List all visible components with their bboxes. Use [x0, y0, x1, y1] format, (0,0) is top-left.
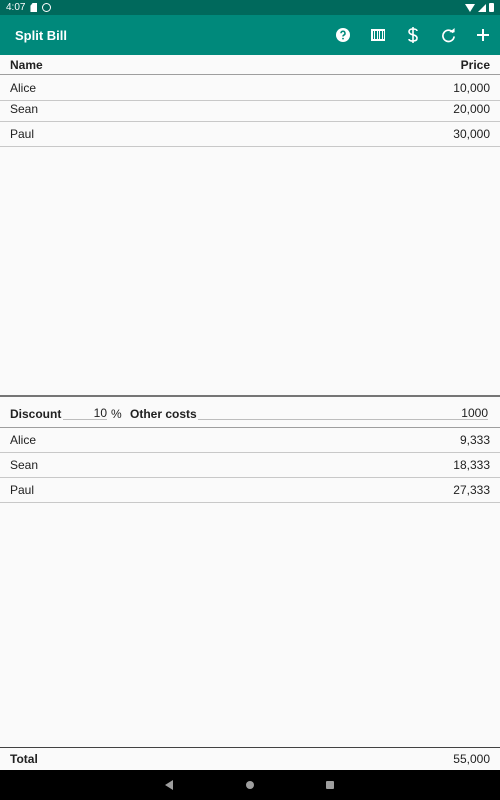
help-icon [336, 28, 350, 42]
result-amount: 9,333 [459, 433, 490, 447]
result-row: Alice 9,333 [0, 428, 500, 453]
total-value: 55,000 [453, 752, 490, 766]
barcode-button[interactable] [361, 15, 395, 55]
help-button[interactable] [326, 15, 360, 55]
result-name: Sean [10, 458, 39, 472]
add-button[interactable] [466, 15, 500, 55]
other-costs-label: Other costs [130, 407, 197, 421]
app-actions [325, 15, 500, 55]
refresh-button[interactable] [431, 15, 465, 55]
signal-icon [478, 3, 486, 12]
battery-icon [489, 3, 494, 12]
discount-label: Discount [10, 407, 62, 421]
app-title: Split Bill [15, 27, 67, 43]
barcode-icon [371, 29, 385, 41]
item-price: 30,000 [453, 127, 490, 141]
item-row[interactable]: Sean 20,000 [0, 97, 500, 122]
dollar-icon [408, 27, 418, 43]
adjustments-row: Discount 10 % Other costs 1000 [0, 397, 500, 427]
navigation-bar [0, 770, 500, 800]
add-icon [477, 29, 489, 41]
result-amount: 27,333 [453, 483, 490, 497]
item-name: Sean [10, 102, 39, 116]
total-label: Total [10, 752, 38, 766]
item-price: 20,000 [453, 102, 490, 116]
items-table-header: Name Price [0, 55, 500, 75]
sync-icon [42, 3, 52, 12]
back-icon[interactable] [165, 780, 173, 790]
item-row[interactable]: Paul 30,000 [0, 122, 500, 147]
result-name: Alice [10, 433, 37, 447]
name-column-header: Name [10, 57, 43, 72]
total-row: Total 55,000 [0, 747, 500, 770]
wifi-icon [465, 3, 475, 12]
item-name: Paul [10, 127, 35, 141]
price-column-header: Price [460, 57, 490, 72]
percent-sign: % [111, 407, 122, 421]
other-costs-input[interactable]: 1000 [198, 403, 488, 420]
status-time: 4:07 [6, 2, 26, 13]
item-name: Alice [10, 81, 37, 95]
sd-card-icon [30, 3, 38, 12]
app-bar: Split Bill [0, 15, 500, 55]
result-row: Paul 27,333 [0, 478, 500, 503]
result-amount: 18,333 [453, 458, 490, 472]
currency-button[interactable] [396, 15, 430, 55]
item-price: 10,000 [453, 81, 490, 95]
status-bar: 4:07 [0, 0, 500, 15]
recent-apps-icon[interactable] [326, 781, 334, 789]
home-icon[interactable] [246, 781, 254, 789]
result-name: Paul [10, 483, 35, 497]
result-row: Sean 18,333 [0, 453, 500, 478]
refresh-icon [441, 27, 455, 42]
discount-input[interactable]: 10 [63, 403, 107, 420]
